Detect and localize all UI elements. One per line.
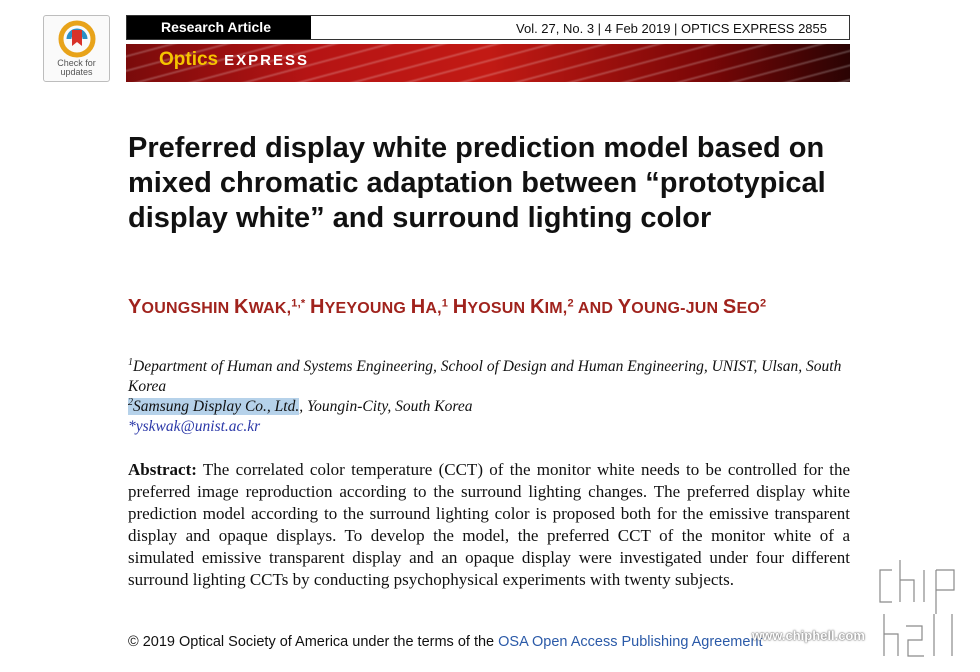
paper-title: Preferred display white prediction model…: [128, 132, 826, 234]
badge-label: Check for updates: [57, 58, 96, 77]
author-list: YOUNGSHIN KWAK,1,* HYEYOUNG HA,1 HYOSUN …: [128, 295, 858, 321]
abstract-text: The correlated color temperature (CCT) o…: [128, 460, 850, 589]
chiphell-watermark-logo: [877, 557, 957, 659]
journal-logo: Optics EXPRESS: [159, 49, 309, 71]
affiliation-2: 2Samsung Display Co., Ltd., Youngin-City…: [128, 396, 473, 415]
citation-line: Vol. 27, No. 3 | 4 Feb 2019 | OPTICS EXP…: [516, 21, 827, 36]
selected-text-highlight[interactable]: 2Samsung Display Co., Ltd.: [128, 397, 300, 415]
watermark-url: www.chiphell.com: [752, 628, 865, 643]
abstract: Abstract: The correlated color temperatu…: [128, 459, 850, 591]
check-for-updates-badge[interactable]: Check for updates: [43, 15, 110, 82]
journal-banner: Optics EXPRESS: [126, 44, 850, 82]
journal-logo-express: EXPRESS: [224, 52, 309, 69]
journal-logo-optics: Optics: [159, 49, 219, 70]
author-1[interactable]: YOUNGSHIN KWAK,1,*: [128, 296, 305, 318]
affiliation-1: 1Department of Human and Systems Enginee…: [128, 356, 842, 395]
affiliations: 1Department of Human and Systems Enginee…: [128, 357, 848, 437]
author-4[interactable]: YOUNG-JUN SEO2: [618, 296, 767, 318]
author-2[interactable]: HYEYOUNG HA,1: [310, 296, 448, 318]
copyright-line: © 2019 Optical Society of America under …: [128, 634, 763, 650]
corresponding-email-link[interactable]: *yskwak@unist.ac.kr: [128, 417, 848, 437]
oa-agreement-link[interactable]: OSA Open Access Publishing Agreement: [498, 634, 762, 650]
author-3[interactable]: HYOSUN KIM,2: [453, 296, 574, 318]
author-and: AND: [577, 300, 618, 317]
article-type-label: Research Article: [127, 16, 311, 39]
abstract-label: Abstract:: [128, 460, 197, 479]
update-bookmark-icon: [58, 20, 95, 58]
journal-header: Research Article Vol. 27, No. 3 | 4 Feb …: [126, 15, 850, 40]
